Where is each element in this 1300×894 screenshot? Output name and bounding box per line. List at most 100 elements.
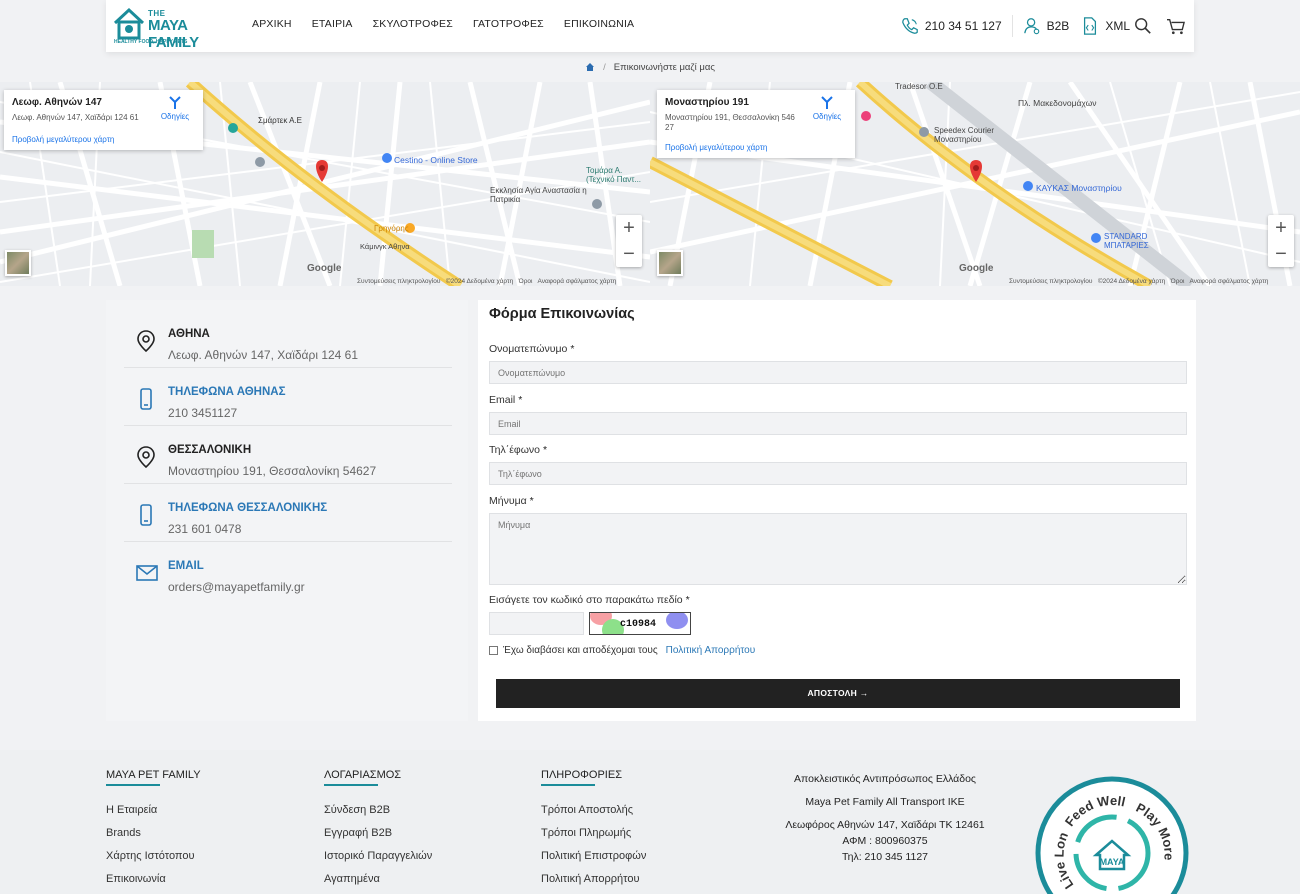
- map-athens-footer: Συντομεύσεις πληκτρολογίου ©2024 Δεδομέν…: [357, 278, 616, 285]
- google-logo: Google: [307, 263, 342, 274]
- contact-value[interactable]: 210 3451127: [168, 406, 237, 420]
- map-thessaloniki-larger-map-link[interactable]: Προβολή μεγαλύτερου χάρτη: [665, 143, 767, 152]
- footer-link[interactable]: Brands: [106, 827, 201, 850]
- footer-link[interactable]: Η Εταιρεία: [106, 804, 201, 827]
- map-thessaloniki[interactable]: Μοναστηρίου 191 Μοναστηρίου 191, Θεσσαλο…: [650, 82, 1300, 286]
- map-footer-report[interactable]: Αναφορά σφάλματος χάρτη: [538, 278, 617, 285]
- map-athens-satellite-toggle[interactable]: [5, 250, 31, 276]
- user-icon: [1023, 18, 1039, 35]
- footer-col-info: ΠΛΗΡΟΦΟΡΙΕΣ Τρόποι Αποστολής Τρόποι Πληρ…: [541, 769, 646, 894]
- map-athens-directions[interactable]: Οδηγίες: [157, 96, 193, 121]
- phone-icon: [902, 18, 918, 34]
- maps-row: Λεωφ. Αθηνών 147 Λεωφ. Αθηνών 147, Χαϊδά…: [0, 82, 1300, 286]
- submit-button[interactable]: ΑΠΟΣΤΟΛΗ →: [496, 679, 1180, 708]
- nav-cat-food[interactable]: ΓΑΤΟΤΡΟΦΕΣ: [473, 18, 544, 30]
- footer-link[interactable]: Χάρτης Ιστότοπου: [106, 850, 201, 873]
- contact-title: ΤΗΛΕΦΩΝΑ ΘΕΣΣΑΛΟΝΙΚΗΣ: [168, 502, 328, 514]
- maya-family-logo[interactable]: THE MAYA FAMILY HEALTHY FOOD, HAPPY PETS: [112, 5, 199, 51]
- map-footer-shortcuts[interactable]: Συντομεύσεις πληκτρολογίου: [357, 278, 440, 285]
- search-icon[interactable]: [1134, 17, 1152, 35]
- footer-col-company: MAYA PET FAMILY Η Εταιρεία Brands Χάρτης…: [106, 769, 201, 894]
- captcha-noise: [666, 613, 688, 629]
- footer-link[interactable]: Πολιτική Επιστροφών: [541, 850, 646, 873]
- map-athens-larger-map-link[interactable]: Προβολή μεγαλύτερου χάρτη: [12, 135, 114, 144]
- logo-tagline: HEALTHY FOOD, HAPPY PETS: [114, 39, 188, 45]
- nav-dog-food[interactable]: ΣΚΥΛΟΤΡΟΦΕΣ: [373, 18, 453, 30]
- footer-link[interactable]: Ιστορικό Παραγγελιών: [324, 850, 432, 873]
- map-footer-terms[interactable]: Όροι: [1171, 278, 1185, 285]
- company-tel: Τηλ: 210 345 1127: [841, 851, 929, 863]
- xml-file-icon: [1084, 17, 1097, 35]
- map-thessaloniki-address: Μοναστηρίου 191, Θεσσαλονίκη 546 27: [665, 113, 795, 132]
- contact-value: Μοναστηρίου 191, Θεσσαλονίκη 54627: [168, 464, 377, 478]
- captcha-input[interactable]: [489, 612, 584, 635]
- contact-item-athens-phones: ΤΗΛΕΦΩΝΑ ΑΘΗΝΑΣ 210 3451127: [124, 368, 452, 426]
- b2b-link[interactable]: B2B: [1047, 19, 1070, 33]
- nav-company[interactable]: ΕΤΑΙΡΙΑ: [312, 18, 353, 30]
- map-thessaloniki-satellite-toggle[interactable]: [657, 250, 683, 276]
- badge-logo-text: MAYA: [1100, 857, 1125, 867]
- footer-heading: ΛΟΓΑΡΙΑΣΜΟΣ: [324, 769, 432, 786]
- cart-icon[interactable]: [1166, 17, 1186, 35]
- contact-value[interactable]: orders@mayapetfamily.gr: [168, 580, 305, 594]
- privacy-text: Έχω διαβάσει και αποδέχομαι τους: [503, 645, 658, 656]
- map-footer-report[interactable]: Αναφορά σφάλματος χάρτη: [1190, 278, 1269, 285]
- footer-link[interactable]: Εγγραφή B2B: [324, 827, 432, 850]
- map-footer-terms[interactable]: Όροι: [519, 278, 533, 285]
- logo-line2: MAYA FAMILY: [148, 17, 199, 51]
- captcha-code: c10984: [620, 619, 657, 630]
- map-label: Τομάρα Α. (Τεχνικό Παντ...: [586, 166, 642, 184]
- privacy-policy-link[interactable]: Πολιτική Απορρήτου: [666, 645, 756, 656]
- footer-link[interactable]: Τρόποι Πληρωμής: [541, 827, 646, 850]
- captcha-image: c10984: [589, 612, 691, 635]
- company-afm: ΑΦΜ : 800960375: [842, 835, 928, 847]
- envelope-icon: [136, 565, 158, 581]
- name-label: Ονοματεπώνυμο *: [489, 343, 575, 355]
- header-phone[interactable]: 210 34 51 127: [925, 19, 1002, 33]
- privacy-checkbox[interactable]: [489, 646, 498, 655]
- map-label: Γρηγόρης: [374, 224, 409, 233]
- mobile-phone-icon: [140, 388, 152, 410]
- email-input[interactable]: [489, 412, 1187, 435]
- privacy-consent: Έχω διαβάσει και αποδέχομαι τους Πολιτικ…: [489, 645, 755, 656]
- map-label: Κάμινγκ Αθηνα: [360, 242, 410, 251]
- map-thessaloniki-footer: Συντομεύσεις πληκτρολογίου ©2024 Δεδομέν…: [1009, 278, 1268, 285]
- directions-label: Οδηγίες: [160, 112, 190, 121]
- footer-link[interactable]: Επικοινωνία: [106, 873, 201, 894]
- map-footer-shortcuts[interactable]: Συντομεύσεις πληκτρολογίου: [1009, 278, 1092, 285]
- directions-label: Οδηγίες: [812, 112, 842, 121]
- footer-heading: ΠΛΗΡΟΦΟΡΙΕΣ: [541, 769, 646, 786]
- footer-link[interactable]: Τρόποι Αποστολής: [541, 804, 646, 827]
- company-name: Maya Pet Family All Transport IKE: [805, 796, 965, 808]
- message-textarea[interactable]: [489, 513, 1187, 585]
- zoom-in-button[interactable]: +: [1268, 215, 1294, 241]
- map-label: STANDARD ΜΠΑΤΑΡΙΕΣ: [1104, 232, 1149, 250]
- map-label: Cestino - Online Store: [394, 155, 478, 165]
- directions-icon: [821, 96, 833, 109]
- nav-contact[interactable]: ΕΠΙΚΟΙΝΩΝΙΑ: [564, 18, 634, 30]
- contact-value[interactable]: 231 601 0478: [168, 522, 241, 536]
- breadcrumb-separator: /: [603, 61, 606, 73]
- xml-link[interactable]: XML: [1105, 19, 1130, 33]
- breadcrumb-current: Επικοινωνήστε μαζί μας: [613, 61, 715, 73]
- house-logo-icon: [113, 7, 145, 40]
- map-label: Εκκλησία Αγία Αναστασία η Πατρικία: [490, 186, 587, 204]
- map-label: Tradesor Ο.Ε: [895, 82, 943, 91]
- nav-home[interactable]: ΑΡΧΙΚΗ: [252, 18, 292, 30]
- zoom-out-button[interactable]: −: [616, 241, 642, 267]
- name-input[interactable]: [489, 361, 1187, 384]
- zoom-out-button[interactable]: −: [1268, 241, 1294, 267]
- home-icon[interactable]: [585, 62, 595, 72]
- contact-item-athens: ΑΘΗΝΑ Λεωφ. Αθηνών 147, Χαϊδάρι 124 61: [124, 310, 452, 368]
- footer-link[interactable]: Αγαπημένα: [324, 873, 432, 894]
- phone-input[interactable]: [489, 462, 1187, 485]
- company-address: Λεωφόρος Αθηνών 147, Χαϊδάρι ΤΚ 12461: [785, 819, 985, 831]
- zoom-in-button[interactable]: +: [616, 215, 642, 241]
- footer-link[interactable]: Πολιτική Απορρήτου: [541, 873, 646, 894]
- footer-link[interactable]: Σύνδεση B2B: [324, 804, 432, 827]
- map-thessaloniki-directions[interactable]: Οδηγίες: [809, 96, 845, 121]
- map-thessaloniki-zoom: + −: [1268, 215, 1294, 267]
- contact-title: EMAIL: [168, 560, 204, 572]
- google-logo: Google: [959, 263, 994, 274]
- map-athens[interactable]: Λεωφ. Αθηνών 147 Λεωφ. Αθηνών 147, Χαϊδά…: [0, 82, 650, 286]
